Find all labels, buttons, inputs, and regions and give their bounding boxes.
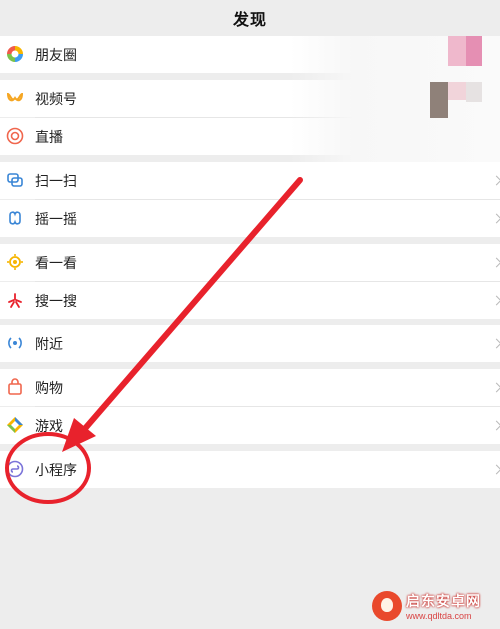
watermark: 启东安卓网 www.qdltda.com bbox=[372, 589, 496, 623]
watermark-name: 启东安卓网 bbox=[406, 593, 481, 609]
watermark-url: www.qdltda.com bbox=[406, 611, 472, 621]
annotation-overlay bbox=[5, 177, 303, 504]
annotation-ellipse bbox=[5, 432, 91, 504]
watermark-logo bbox=[372, 591, 402, 621]
annotation-arrow-shaft bbox=[79, 177, 303, 435]
